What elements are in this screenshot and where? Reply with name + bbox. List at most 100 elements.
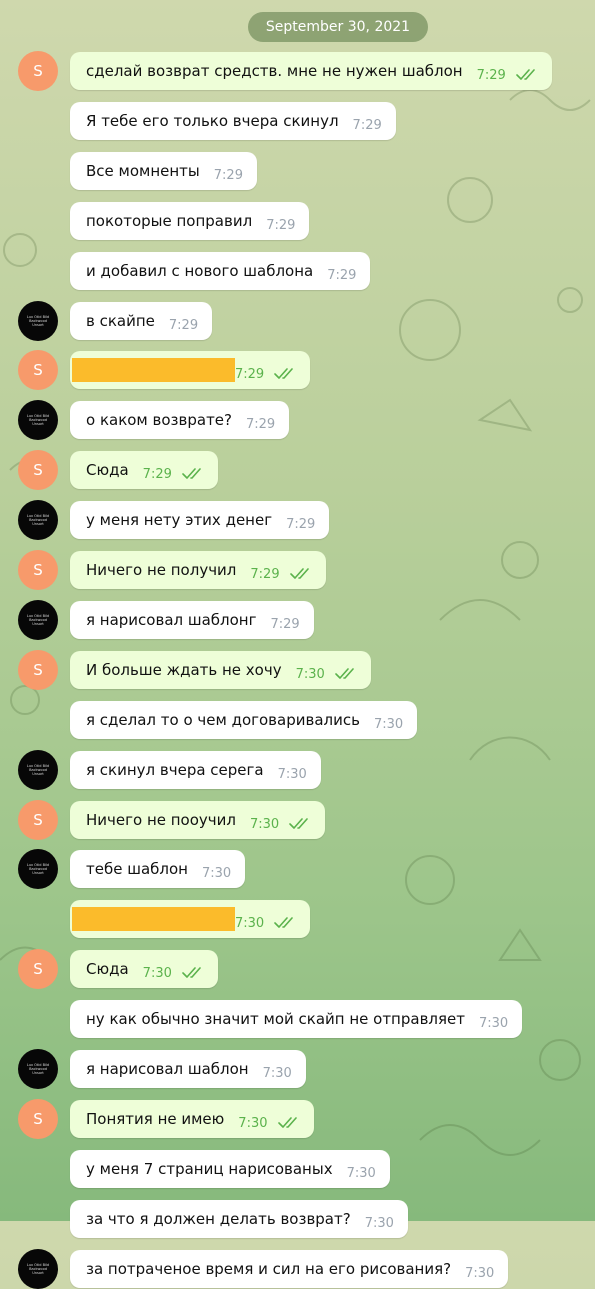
- sender-avatar[interactable]: S: [18, 650, 58, 690]
- incoming-message[interactable]: о каком возврате? 7:29: [70, 401, 290, 439]
- message-time: 7:29: [168, 317, 199, 333]
- contact-avatar[interactable]: Lux Otid Bild Backwood Unsort: [18, 849, 58, 889]
- message-text: и добавил с нового шаблона: [86, 262, 314, 280]
- contact-avatar[interactable]: Lux Otid Bild Backwood Unsort: [18, 500, 58, 540]
- message-text: Все момненты: [86, 162, 200, 180]
- sender-avatar[interactable]: S: [18, 450, 58, 490]
- message-text: за что я должен делать возврат?: [86, 1210, 351, 1228]
- contact-avatar[interactable]: Lux Otid Bild Backwood Unsort: [18, 301, 58, 341]
- message-time: 7:30: [373, 716, 404, 732]
- incoming-message[interactable]: я нарисовал шаблон 7:30: [70, 1050, 306, 1088]
- contact-avatar[interactable]: Lux Otid Bild Backwood Unsort: [18, 1249, 58, 1289]
- incoming-message[interactable]: я нарисовал шаблонг 7:29: [70, 601, 314, 639]
- message-text: покоторые поправил: [86, 212, 253, 230]
- message-time: 7:30: [262, 1065, 292, 1081]
- contact-avatar[interactable]: Lux Otid Bild Backwood Unsort: [18, 750, 58, 790]
- message-text: Сюда: [86, 960, 129, 978]
- avatar-logo-text: Lux Otid Bild Backwood Unsort: [26, 1063, 50, 1075]
- message-time: 7:30: [364, 1215, 394, 1231]
- sender-avatar[interactable]: S: [18, 51, 58, 91]
- read-checkmarks-icon: [274, 368, 294, 379]
- avatar-logo-text: Lux Otid Bild Backwood Unsort: [26, 614, 50, 626]
- outgoing-message[interactable]: Ничего не получил 7:29: [70, 551, 326, 589]
- message-text: я сделал то о чем договаривались: [86, 711, 360, 729]
- message-text: я нарисовал шаблонг: [86, 611, 257, 629]
- message-time: 7:30: [465, 1265, 495, 1281]
- avatar-initial: S: [33, 361, 43, 379]
- message-text: о каком возврате?: [86, 411, 232, 429]
- avatar-logo-text: Lux Otid Bild Backwood Unsort: [26, 315, 50, 327]
- message-time: 7:30: [235, 915, 265, 931]
- message-time: 7:29: [476, 67, 506, 83]
- message-time: 7:30: [346, 1165, 376, 1181]
- outgoing-message[interactable]: Ничего не пооучил 7:30: [70, 801, 326, 839]
- redacted-highlight: [72, 358, 235, 382]
- avatar-initial: S: [33, 960, 43, 978]
- incoming-message[interactable]: ну как обычно значит мой скайп не отправ…: [70, 1000, 523, 1038]
- outgoing-message[interactable]: Понятия не имею 7:30: [70, 1100, 314, 1138]
- read-checkmarks-icon: [274, 917, 294, 928]
- outgoing-message[interactable]: 7:29: [70, 351, 311, 389]
- message-time: 7:30: [250, 816, 280, 832]
- message-text: у меня 7 страниц нарисованых: [86, 1160, 333, 1178]
- message-time: 7:29: [213, 167, 243, 183]
- message-time: 7:29: [266, 217, 296, 233]
- redacted-highlight: [72, 907, 235, 931]
- message-time: 7:29: [246, 416, 276, 432]
- incoming-message[interactable]: тебе шаблон 7:30: [70, 850, 246, 888]
- contact-avatar[interactable]: Lux Otid Bild Backwood Unsort: [18, 1049, 58, 1089]
- message-text: ну как обычно значит мой скайп не отправ…: [86, 1010, 465, 1028]
- sender-avatar[interactable]: S: [18, 949, 58, 989]
- message-time: 7:30: [238, 1115, 268, 1131]
- incoming-message[interactable]: я скинул вчера серега 7:30: [70, 751, 321, 789]
- outgoing-message[interactable]: Сюда 7:30: [70, 950, 218, 988]
- message-time: 7:29: [286, 516, 316, 532]
- incoming-message[interactable]: в скайпе 7:29: [70, 302, 213, 340]
- avatar-logo-text: Lux Otid Bild Backwood Unsort: [26, 764, 50, 776]
- incoming-message[interactable]: Все момненты 7:29: [70, 152, 257, 190]
- avatar-logo-text: Lux Otid Bild Backwood Unsort: [26, 863, 50, 875]
- message-time: 7:30: [295, 666, 325, 682]
- sender-avatar[interactable]: S: [18, 800, 58, 840]
- incoming-message[interactable]: я сделал то о чем договаривались 7:30: [70, 701, 418, 739]
- message-time: 7:30: [277, 766, 307, 782]
- message-text: я скинул вчера серега: [86, 761, 264, 779]
- message-text: Понятия не имею: [86, 1110, 225, 1128]
- incoming-message[interactable]: у меня нету этих денег 7:29: [70, 501, 330, 539]
- message-text: за потраченое время и сил на его рисован…: [86, 1260, 452, 1278]
- incoming-message[interactable]: и добавил с нового шаблона 7:29: [70, 252, 371, 290]
- incoming-message[interactable]: за потраченое время и сил на его рисован…: [70, 1250, 509, 1288]
- read-checkmarks-icon: [289, 568, 309, 579]
- outgoing-message[interactable]: И больше ждать не хочу 7:30: [70, 651, 371, 689]
- message-time: 7:30: [142, 965, 172, 981]
- avatar-initial: S: [33, 461, 43, 479]
- message-text: тебе шаблон: [86, 860, 188, 878]
- read-checkmarks-icon: [182, 468, 201, 479]
- read-checkmarks-icon: [182, 967, 201, 978]
- sender-avatar[interactable]: S: [18, 1099, 58, 1139]
- message-time: 7:29: [270, 616, 300, 632]
- incoming-message[interactable]: у меня 7 страниц нарисованых 7:30: [70, 1150, 390, 1188]
- message-text: Я тебе его только вчера скинул: [86, 112, 339, 130]
- message-time: 7:29: [235, 366, 265, 382]
- outgoing-message[interactable]: Сюда 7:29: [70, 451, 218, 489]
- outgoing-message[interactable]: 7:30: [70, 900, 311, 938]
- avatar-logo-text: Lux Otid Bild Backwood Unsort: [26, 514, 50, 526]
- incoming-message[interactable]: покоторые поправил 7:29: [70, 202, 310, 240]
- message-text: И больше ждать не хочу: [86, 661, 282, 679]
- incoming-message[interactable]: Я тебе его только вчера скинул 7:29: [70, 102, 396, 140]
- contact-avatar[interactable]: Lux Otid Bild Backwood Unsort: [18, 600, 58, 640]
- outgoing-message[interactable]: сделай возврат средств. мне не нужен шаб…: [70, 52, 552, 90]
- incoming-message[interactable]: за что я должен делать возврат? 7:30: [70, 1200, 408, 1238]
- contact-avatar[interactable]: Lux Otid Bild Backwood Unsort: [18, 400, 58, 440]
- message-text: сделай возврат средств. мне не нужен шаб…: [86, 62, 463, 80]
- read-checkmarks-icon: [289, 818, 309, 829]
- avatar-initial: S: [33, 661, 43, 679]
- avatar-initial: S: [33, 62, 43, 80]
- message-time: 7:29: [327, 267, 357, 283]
- sender-avatar[interactable]: S: [18, 550, 58, 590]
- message-text: Сюда: [86, 461, 129, 479]
- message-text: я нарисовал шаблон: [86, 1060, 249, 1078]
- avatar-logo-text: Lux Otid Bild Backwood Unsort: [26, 1263, 50, 1275]
- sender-avatar[interactable]: S: [18, 350, 58, 390]
